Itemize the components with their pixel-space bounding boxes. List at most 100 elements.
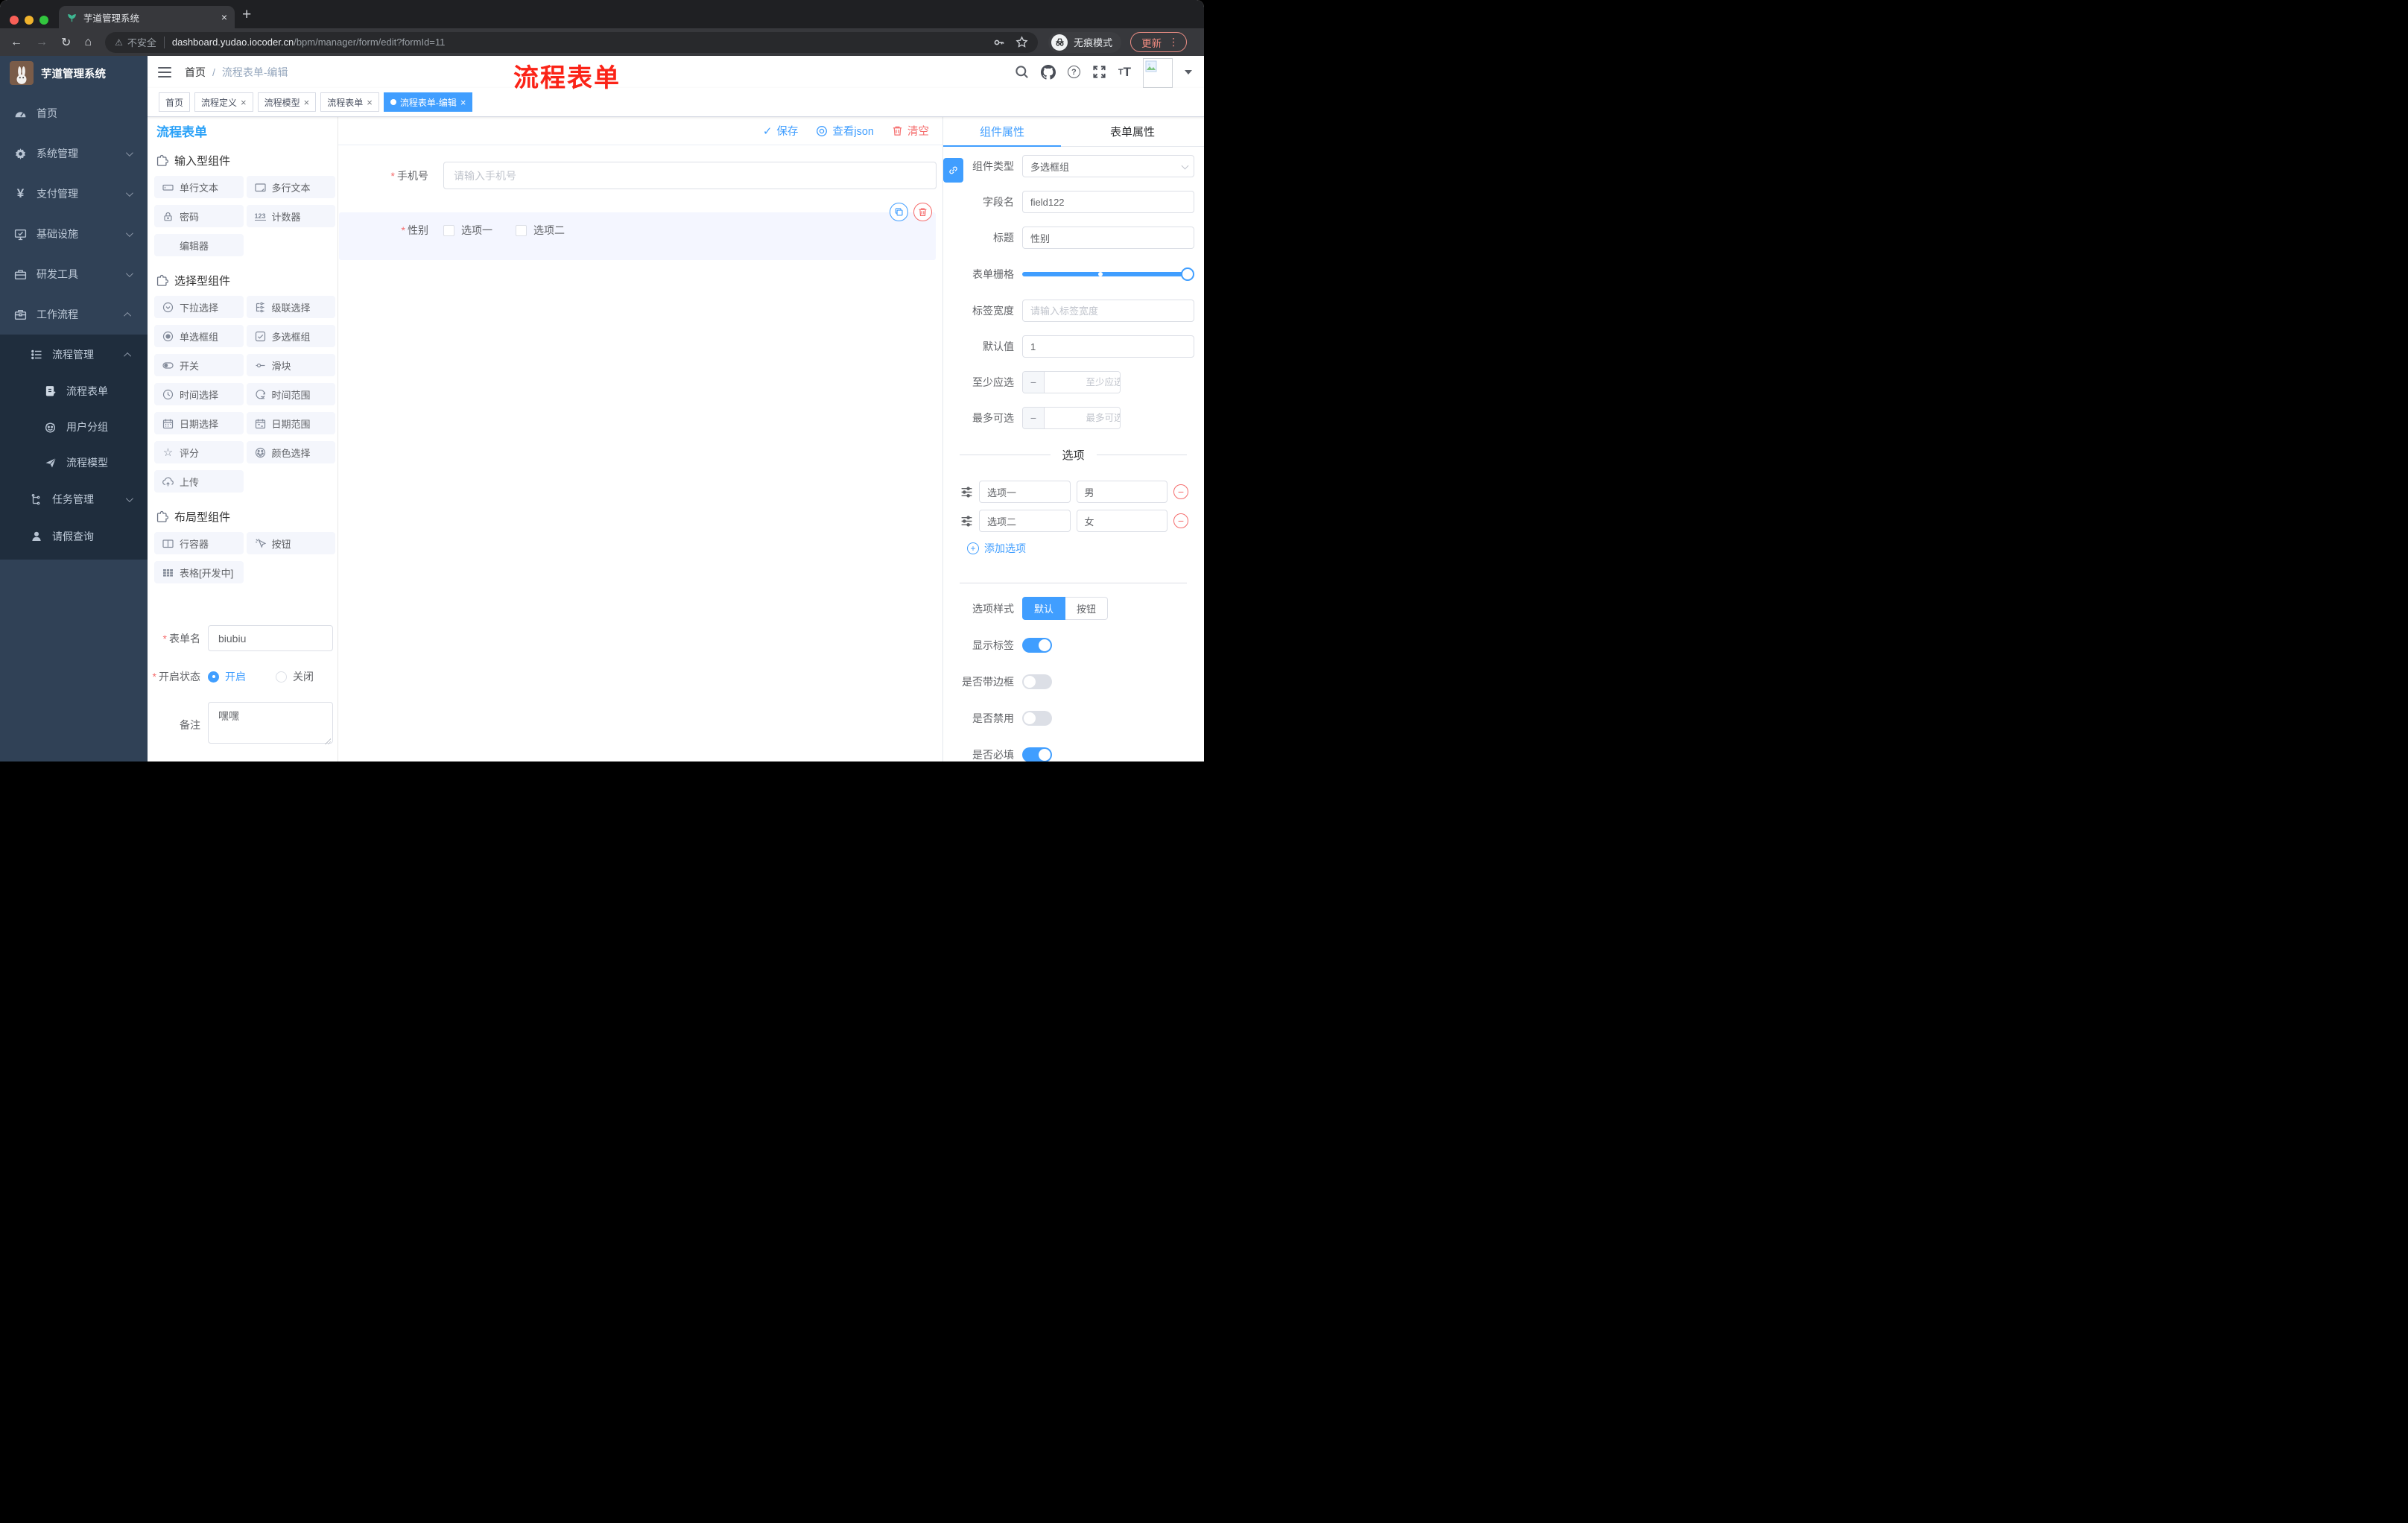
field-name-input[interactable] <box>1022 191 1194 213</box>
minimize-window-button[interactable] <box>25 16 34 25</box>
new-tab-button[interactable]: + <box>242 6 251 24</box>
sidebar-item-home[interactable]: 首页 <box>0 93 148 133</box>
sidebar-item-infra[interactable]: 基础设施 <box>0 214 148 254</box>
hamburger-icon[interactable] <box>158 66 171 77</box>
option-value-input[interactable] <box>1076 481 1167 503</box>
field-link-tag[interactable] <box>943 158 963 183</box>
drag-handle-icon[interactable] <box>960 515 973 528</box>
radio-on-label[interactable]: 开启 <box>225 669 246 684</box>
sidebar-item-task-mgmt[interactable]: 任务管理 <box>0 481 148 518</box>
radio-off-label[interactable]: 关闭 <box>293 669 314 684</box>
sidebar-item-leave-query[interactable]: 请假查询 <box>0 518 148 555</box>
style-button-button[interactable]: 按钮 <box>1065 597 1109 620</box>
remove-option-button[interactable]: − <box>1173 513 1188 528</box>
palette-item-rate[interactable]: ☆ 评分 <box>154 441 244 463</box>
fullscreen-icon[interactable] <box>1092 65 1106 79</box>
browser-tab[interactable]: 芋道管理系统 × <box>59 6 235 28</box>
avatar[interactable] <box>1143 57 1173 88</box>
tab-close-icon[interactable]: × <box>221 11 227 23</box>
clear-button[interactable]: 清空 <box>892 123 929 139</box>
drag-handle-icon[interactable] <box>960 486 973 498</box>
remove-option-button[interactable]: − <box>1173 484 1188 499</box>
tag-process-form-edit[interactable]: 流程表单-编辑 × <box>383 92 473 112</box>
palette-item-cascade[interactable]: 级联选择 <box>246 296 335 318</box>
radio-off[interactable] <box>276 671 287 683</box>
sidebar-item-user-group[interactable]: 用户分组 <box>0 409 148 445</box>
add-option-button[interactable]: + 添加选项 <box>967 541 1194 556</box>
form-remark-textarea[interactable]: 嘿嘿 <box>208 702 333 744</box>
palette-item-single-text[interactable]: 单行文本 <box>154 176 244 198</box>
canvas-field-phone[interactable]: * 手机号 <box>361 162 937 189</box>
decrease-button[interactable]: − <box>1023 372 1045 393</box>
delete-component-button[interactable] <box>913 203 932 221</box>
palette-item-upload[interactable]: 上传 <box>154 470 244 493</box>
palette-item-editor[interactable]: 编辑器 <box>154 234 244 256</box>
palette-item-date-range[interactable]: 日期范围 <box>246 412 335 434</box>
option-label-input[interactable] <box>979 510 1071 532</box>
default-value-input[interactable] <box>1022 335 1194 358</box>
browser-menu-icon[interactable]: ⋮ <box>1168 36 1179 48</box>
sidebar-item-process-mgmt[interactable]: 流程管理 <box>0 336 148 373</box>
palette-item-color-picker[interactable]: 颜色选择 <box>246 441 335 463</box>
breadcrumb-home[interactable]: 首页 <box>185 65 206 80</box>
tag-process-model[interactable]: 流程模型 × <box>257 92 317 112</box>
title-input[interactable] <box>1022 227 1194 249</box>
palette-item-button[interactable]: 按钮 <box>246 532 335 554</box>
save-button[interactable]: ✓ 保存 <box>763 123 799 139</box>
reload-icon[interactable]: ↻ <box>61 35 71 50</box>
radio-on[interactable] <box>208 671 219 683</box>
sidebar-item-payment[interactable]: ¥ 支付管理 <box>0 174 148 214</box>
security-warning-icon[interactable]: ⚠ <box>115 37 123 48</box>
checkbox-unchecked[interactable] <box>443 224 454 236</box>
update-chip[interactable]: 更新 ⋮ <box>1130 32 1188 52</box>
address-bar[interactable]: ⚠ 不安全 dashboard.yudao.iocoder.cn/bpm/man… <box>105 31 1039 53</box>
label-width-input[interactable] <box>1022 300 1194 322</box>
key-icon[interactable] <box>993 37 1005 48</box>
close-icon[interactable]: × <box>304 97 310 108</box>
option-value-input[interactable] <box>1076 510 1167 532</box>
palette-item-password[interactable]: 密码 <box>154 205 244 227</box>
palette-item-time-range[interactable]: 时间范围 <box>246 383 335 405</box>
help-icon[interactable]: ? <box>1067 66 1080 78</box>
tab-component-props[interactable]: 组件属性 <box>943 117 1061 147</box>
style-default-button[interactable]: 默认 <box>1022 597 1066 620</box>
component-type-select[interactable] <box>1022 155 1194 177</box>
tab-form-props[interactable]: 表单属性 <box>1061 117 1204 146</box>
sidebar-item-system[interactable]: 系统管理 <box>0 133 148 174</box>
avatar-caret-icon[interactable] <box>1185 69 1192 75</box>
tag-process-form[interactable]: 流程表单 × <box>320 92 379 112</box>
home-icon[interactable]: ⌂ <box>84 36 92 49</box>
sidebar-item-workflow[interactable]: 工作流程 <box>0 294 148 335</box>
palette-item-radio-group[interactable]: 单选框组 <box>154 325 244 347</box>
close-icon[interactable]: × <box>241 97 247 108</box>
option-label-input[interactable] <box>979 481 1071 503</box>
view-json-button[interactable]: 查看json <box>816 123 874 139</box>
palette-item-checkbox-group[interactable]: 多选框组 <box>246 325 335 347</box>
close-icon[interactable]: × <box>367 97 373 108</box>
back-icon[interactable]: ← <box>10 36 22 49</box>
github-icon[interactable] <box>1040 64 1056 80</box>
show-label-toggle[interactable] <box>1022 637 1052 653</box>
bookmark-star-icon[interactable] <box>1016 36 1028 48</box>
palette-item-counter[interactable]: 123 计数器 <box>246 205 335 227</box>
gender-option-2[interactable]: 选项二 <box>516 223 565 238</box>
form-name-input[interactable] <box>208 625 333 651</box>
phone-input[interactable] <box>443 162 937 189</box>
canvas-field-gender-selected[interactable]: * 性别 选项一 选项二 <box>339 203 936 260</box>
gender-option-1[interactable]: 选项一 <box>443 223 492 238</box>
sidebar-item-process-form[interactable]: 流程表单 <box>0 373 148 409</box>
search-icon[interactable] <box>1015 65 1029 79</box>
font-size-icon[interactable]: TT <box>1118 65 1131 80</box>
palette-item-date-picker[interactable]: 日期选择 <box>154 412 244 434</box>
close-window-button[interactable] <box>10 16 19 25</box>
tag-process-definition[interactable]: 流程定义 × <box>194 92 253 112</box>
close-icon[interactable]: × <box>460 97 466 108</box>
border-toggle[interactable] <box>1022 674 1052 689</box>
palette-item-time-picker[interactable]: 时间选择 <box>154 383 244 405</box>
decrease-button[interactable]: − <box>1023 408 1045 428</box>
forward-icon[interactable]: → <box>36 36 48 49</box>
maximize-window-button[interactable] <box>39 16 48 25</box>
checkbox-unchecked[interactable] <box>516 224 527 236</box>
palette-item-table[interactable]: 表格[开发中] <box>154 561 244 583</box>
copy-component-button[interactable] <box>890 203 908 221</box>
